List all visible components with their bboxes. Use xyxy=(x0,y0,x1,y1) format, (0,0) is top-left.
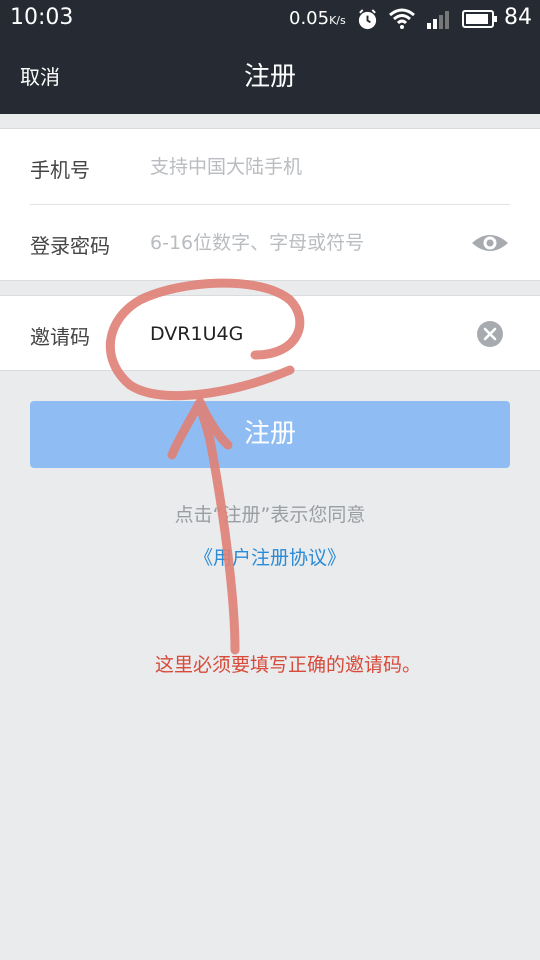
invite-row: 邀请码 xyxy=(0,296,540,371)
net-speed: 0.05K/s xyxy=(289,8,346,29)
invite-label: 邀请码 xyxy=(30,325,90,349)
user-agreement-link[interactable]: 《用户注册协议》 xyxy=(0,543,540,570)
battery-level: 84 xyxy=(504,5,532,30)
net-speed-value: 0.05 xyxy=(289,8,330,29)
account-card: 手机号 登录密码 xyxy=(0,128,540,281)
alarm-icon xyxy=(358,9,377,30)
status-bar: 10:03 0.05K/s 84 xyxy=(0,0,540,38)
invite-code-input[interactable] xyxy=(150,316,450,352)
clear-icon[interactable] xyxy=(476,320,504,348)
phone-input[interactable] xyxy=(150,149,450,185)
page-title: 注册 xyxy=(243,62,296,92)
register-button[interactable]: 注册 xyxy=(30,401,510,468)
invite-card: 邀请码 xyxy=(0,295,540,371)
title-bar: 取消 注册 xyxy=(0,38,540,114)
password-row: 登录密码 xyxy=(0,205,540,280)
net-speed-unit: K/s xyxy=(329,14,346,27)
password-label: 登录密码 xyxy=(30,234,110,258)
battery-icon xyxy=(462,10,497,28)
annotation-text: 这里必须要填写正确的邀请码。 xyxy=(155,654,422,676)
agreement-text: 点击“注册”表示您同意 xyxy=(174,504,366,526)
wifi-icon xyxy=(389,8,415,29)
phone-row: 手机号 xyxy=(0,129,540,205)
signal-icon xyxy=(427,11,449,29)
password-input[interactable] xyxy=(150,225,450,261)
eye-icon[interactable] xyxy=(471,231,509,255)
status-time: 10:03 xyxy=(10,5,74,30)
phone-label: 手机号 xyxy=(30,158,90,182)
